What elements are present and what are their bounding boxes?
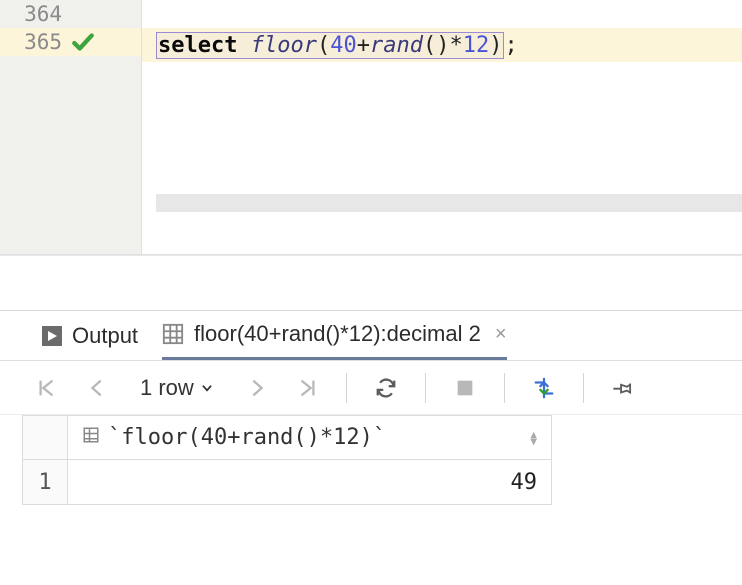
prev-page-button[interactable] (82, 373, 112, 403)
code-line[interactable]: select floor ( 40 + rand () * 12 ) ; (142, 28, 742, 62)
horizontal-scrollbar[interactable] (156, 194, 742, 212)
punct-token: ( (317, 33, 330, 58)
pin-button[interactable] (608, 373, 638, 403)
code-area[interactable]: select floor ( 40 + rand () * 12 ) ; (142, 0, 742, 254)
refresh-button[interactable] (371, 373, 401, 403)
table-icon (162, 323, 184, 345)
separator (346, 373, 347, 403)
editor-area: 364 365 select floor ( 40 + rand () * 12… (0, 0, 742, 255)
keyword-token: select (158, 33, 237, 58)
line-number: 365 (0, 30, 70, 54)
table-row[interactable]: 1 49 (22, 460, 742, 505)
punct-token: () (423, 33, 450, 58)
results-tabs: Output floor(40+rand()*12):decimal 2 × (0, 311, 742, 361)
column-type-icon (82, 425, 100, 450)
separator (583, 373, 584, 403)
column-header[interactable]: `floor(40+rand()*12)` ▲▼ (68, 415, 552, 460)
number-token: 12 (463, 33, 490, 58)
panel-divider[interactable] (0, 255, 742, 311)
cell-value: 49 (511, 470, 538, 495)
column-name: `floor(40+rand()*12)` (108, 425, 386, 450)
row-index: 1 (38, 470, 51, 495)
code-line[interactable] (142, 0, 742, 28)
function-token: floor (251, 33, 317, 58)
row-index-cell[interactable]: 1 (22, 460, 68, 505)
function-token: rand (370, 33, 423, 58)
separator (504, 373, 505, 403)
gutter-row[interactable]: 365 (0, 28, 141, 56)
stop-button[interactable] (450, 373, 480, 403)
gutter-row[interactable]: 364 (0, 0, 141, 28)
punct-token: * (449, 33, 462, 58)
punct-token: + (357, 33, 370, 58)
editor-gutter: 364 365 (0, 0, 142, 254)
import-button[interactable] (529, 373, 559, 403)
tab-result[interactable]: floor(40+rand()*12):decimal 2 × (162, 311, 506, 360)
next-page-button[interactable] (242, 373, 272, 403)
first-page-button[interactable] (32, 373, 62, 403)
table-corner[interactable] (22, 415, 68, 460)
row-count-label: 1 row (140, 375, 194, 401)
selection-box: select floor ( 40 + rand () * 12 ) (156, 32, 504, 59)
last-page-button[interactable] (292, 373, 322, 403)
chevron-down-icon (200, 375, 214, 401)
close-icon[interactable]: × (491, 323, 507, 346)
tab-output[interactable]: Output (42, 311, 138, 360)
check-icon (70, 29, 96, 55)
line-number: 364 (0, 2, 70, 26)
tab-label: Output (72, 323, 138, 349)
number-token: 40 (330, 33, 357, 58)
results-pane: Output floor(40+rand()*12):decimal 2 × 1… (0, 311, 742, 505)
separator (425, 373, 426, 403)
tab-label: floor(40+rand()*12):decimal 2 (194, 321, 481, 347)
row-count-dropdown[interactable]: 1 row (132, 375, 222, 401)
result-table: `floor(40+rand()*12)` ▲▼ 1 49 (22, 415, 742, 505)
punct-token: ) (489, 33, 502, 58)
data-cell[interactable]: 49 (68, 460, 552, 505)
output-icon (42, 326, 62, 346)
table-header-row: `floor(40+rand()*12)` ▲▼ (22, 415, 742, 460)
punct-token: ; (504, 33, 517, 58)
results-toolbar: 1 row (0, 361, 742, 415)
sort-icon[interactable]: ▲▼ (530, 431, 537, 445)
